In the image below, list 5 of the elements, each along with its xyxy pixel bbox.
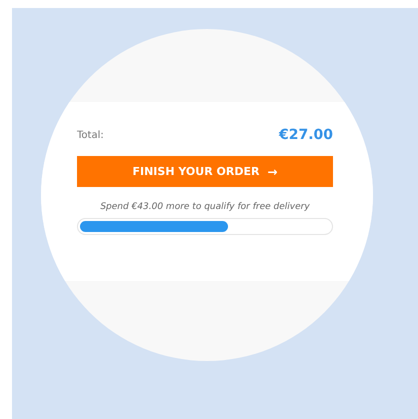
total-amount: €27.00: [278, 127, 333, 143]
delivery-message: Spend €43.00 more to qualify for free delivery: [99, 202, 311, 212]
finish-order-button[interactable]: FINISH YOUR ORDER →: [77, 156, 333, 187]
total-label: Total:: [77, 130, 104, 140]
arrow-icon: →: [267, 164, 278, 178]
